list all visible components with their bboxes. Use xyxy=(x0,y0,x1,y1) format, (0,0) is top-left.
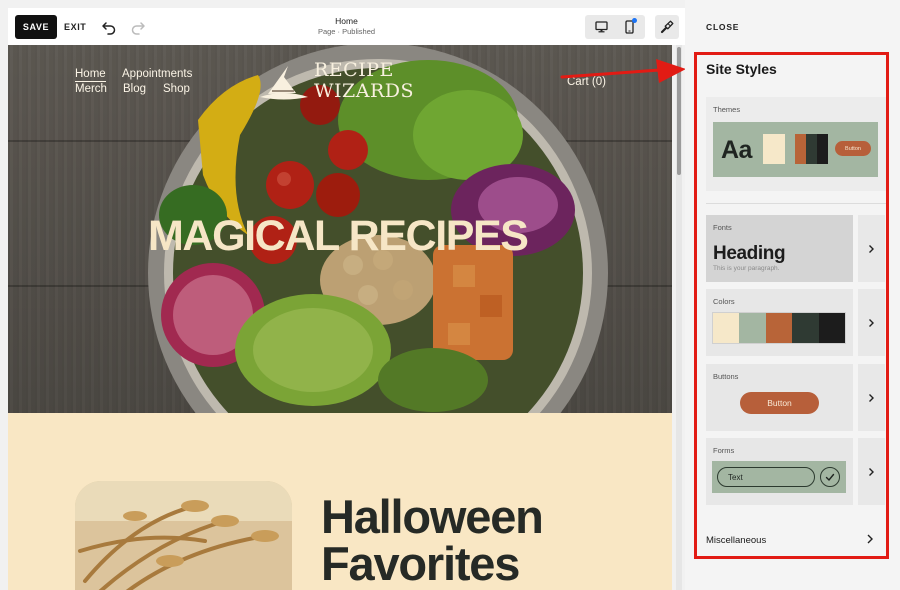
nav-link-appointments[interactable]: Appointments xyxy=(122,68,192,80)
colors-label: Colors xyxy=(713,297,735,306)
form-style-preview: Text xyxy=(712,461,846,493)
theme-swatch xyxy=(795,134,806,164)
close-button[interactable]: CLOSE xyxy=(706,22,739,32)
paragraph-font-sample: This is your paragraph. xyxy=(713,265,780,272)
nav-link-blog[interactable]: Blog xyxy=(123,83,146,95)
mobile-view-button[interactable] xyxy=(616,17,642,37)
hero-section[interactable]: Home Appointments Merch Blog Shop RECIPE… xyxy=(8,45,672,413)
wizard-hat-logo-icon xyxy=(260,66,308,100)
miscellaneous-link[interactable]: Miscellaneous xyxy=(706,535,766,546)
chevron-right-icon xyxy=(869,244,874,253)
notification-dot xyxy=(632,18,637,23)
theme-button-sample: Button xyxy=(835,141,871,156)
editor-toolbar: SAVE EXIT Home Page · Published xyxy=(8,8,685,45)
hero-title: MAGICAL RECIPES xyxy=(148,212,529,260)
section-heading: Halloween Favorites xyxy=(321,490,544,590)
color-swatch xyxy=(818,313,846,343)
chevron-right-icon xyxy=(869,467,874,476)
section-heading-line-1: Halloween xyxy=(321,490,544,543)
desktop-view-button[interactable] xyxy=(588,17,614,37)
form-field-sample: Text xyxy=(717,467,815,487)
themes-label: Themes xyxy=(713,105,741,114)
theme-font-sample: Aa xyxy=(721,136,752,164)
fonts-label: Fonts xyxy=(713,223,732,232)
color-swatch xyxy=(739,313,766,343)
forms-expand-button[interactable] xyxy=(858,438,885,505)
buttons-label: Buttons xyxy=(713,372,739,381)
theme-preview[interactable]: Aa Button xyxy=(713,122,878,177)
form-submit-sample xyxy=(820,467,840,487)
paint-brush-icon xyxy=(660,20,674,34)
desktop-icon xyxy=(594,21,608,33)
site-preview[interactable]: Home Appointments Merch Blog Shop RECIPE… xyxy=(8,45,672,590)
site-logo[interactable]: RECIPE WIZARDS xyxy=(314,60,414,102)
theme-swatch xyxy=(817,134,828,164)
forms-label: Forms xyxy=(713,446,735,455)
fonts-expand-button[interactable] xyxy=(858,215,885,282)
color-swatch xyxy=(792,313,819,343)
colors-card[interactable]: Colors xyxy=(706,289,853,356)
heading-font-sample: Heading xyxy=(713,243,786,264)
checkmark-icon xyxy=(825,473,835,481)
divider xyxy=(706,203,886,204)
color-palette xyxy=(712,312,846,344)
fonts-card[interactable]: Fonts Heading This is your paragraph. xyxy=(706,215,853,282)
nav-link-shop[interactable]: Shop xyxy=(163,83,190,95)
page-status: Page · Published xyxy=(317,27,376,36)
logo-line-2: WIZARDS xyxy=(314,80,415,102)
halloween-section[interactable]: Halloween Favorites xyxy=(8,413,672,590)
chevron-right-icon[interactable] xyxy=(866,533,874,545)
wheat-basket-image xyxy=(75,481,292,590)
device-toggle xyxy=(585,15,645,39)
panel-title: Site Styles xyxy=(706,61,777,77)
preview-scrollbar[interactable] xyxy=(676,45,682,590)
button-style-sample: Button xyxy=(740,392,819,414)
chevron-right-icon xyxy=(869,318,874,327)
chevron-right-icon xyxy=(869,393,874,402)
nav-link-home[interactable]: Home xyxy=(75,68,106,82)
logo-line-1: RECIPE xyxy=(314,59,394,81)
site-styles-panel: CLOSE Site Styles Themes Aa Button Fonts… xyxy=(685,0,900,590)
theme-swatch xyxy=(806,134,817,164)
color-swatch xyxy=(713,313,740,343)
colors-expand-button[interactable] xyxy=(858,289,885,356)
color-swatch xyxy=(765,313,793,343)
themes-card[interactable]: Themes Aa Button xyxy=(706,97,886,191)
nav-link-merch[interactable]: Merch xyxy=(75,83,107,95)
forms-card[interactable]: Forms Text xyxy=(706,438,853,505)
annotation-arrow-icon xyxy=(560,59,686,83)
theme-swatch xyxy=(763,134,785,164)
section-heading-line-2: Favorites xyxy=(321,537,520,590)
buttons-expand-button[interactable] xyxy=(858,364,885,431)
page-title: Home xyxy=(335,16,358,26)
site-styles-button[interactable] xyxy=(655,15,679,39)
buttons-card[interactable]: Buttons Button xyxy=(706,364,853,431)
